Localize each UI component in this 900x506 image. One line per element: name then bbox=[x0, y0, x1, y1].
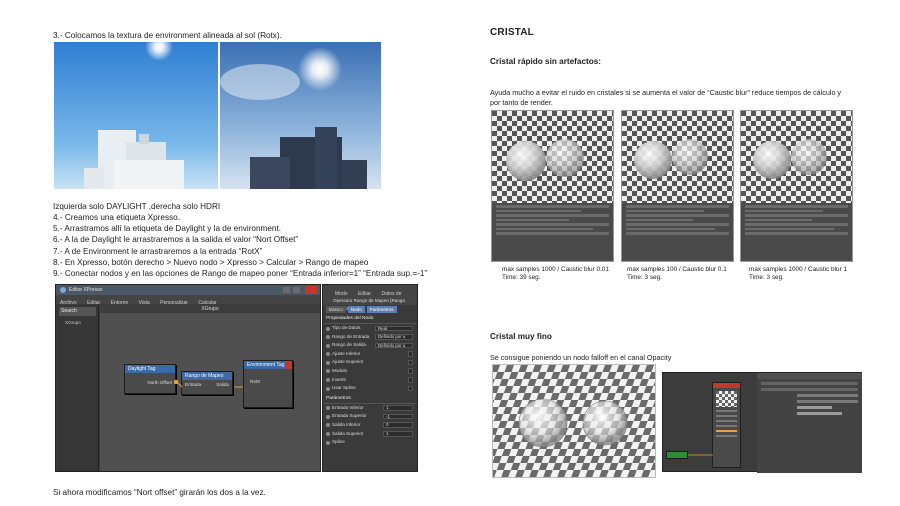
prop-row: Invertir bbox=[323, 376, 417, 385]
step-item: 5.- Arrastramos allí la etiqueta de Dayl… bbox=[53, 224, 281, 234]
prop-row: Rango de Entrada Definido por u bbox=[323, 333, 417, 342]
comparison-caption: Izquierda solo DAYLIGHT ,derecha solo HD… bbox=[53, 202, 221, 211]
search-field[interactable]: Search bbox=[59, 307, 96, 316]
attr-tabs: Básico Nodo Parámetros bbox=[323, 305, 417, 314]
step-item: 4.- Creamos una etiqueta Xpresso. bbox=[53, 213, 180, 222]
prop-row: Usar Spline bbox=[323, 384, 417, 393]
prop-row: Entrada Inferior 1 bbox=[323, 404, 417, 413]
prop-checkbox[interactable] bbox=[408, 385, 413, 392]
subsection-fast-glass: Cristal rápido sin artefactos: bbox=[490, 57, 602, 66]
section-node-properties: Propiedades del Nodo bbox=[323, 314, 417, 324]
prop-value[interactable]: 1 bbox=[383, 431, 413, 437]
hdri-render-image bbox=[220, 42, 381, 189]
footer-note: Si ahora modificamos “Nort offset” girar… bbox=[53, 488, 266, 497]
prop-row: Rango de Salida Definido por u bbox=[323, 341, 417, 350]
prop-value[interactable]: Real bbox=[375, 325, 413, 331]
thin-glass-paragraph: Se consigue poniendo un nodo falloff en … bbox=[490, 353, 672, 362]
close-button[interactable] bbox=[305, 286, 317, 294]
step-item: 9.- Conectar nodos y en las opciones de … bbox=[53, 269, 428, 279]
prop-value[interactable]: 1 bbox=[383, 405, 413, 411]
prop-row: Salida Inferior 0 bbox=[323, 421, 417, 430]
render-caption-3: max samples 1000 / Caustic blur 1 Time: … bbox=[749, 266, 848, 281]
props-list-1: Tipo de Datos Real Rango de Entrada Defini… bbox=[323, 324, 417, 393]
prop-row: Entrada Superior -1 bbox=[323, 412, 417, 421]
prop-row: Ajuste Superior bbox=[323, 358, 417, 367]
subsection-thin-glass: Cristal muy fino bbox=[490, 332, 552, 341]
xpresso-menu-bar: Archivo Editar Entorno Vista Personaliza… bbox=[56, 295, 320, 306]
node-canvas[interactable]: XGrupo Daylight Tag North Offset Rango d… bbox=[100, 305, 320, 471]
fast-glass-paragraph: Ayuda mucho a evitar el ruido en cristal… bbox=[490, 88, 842, 108]
falloff-node-editor-image bbox=[662, 372, 862, 473]
menu-modo[interactable]: Modo bbox=[335, 291, 348, 297]
prop-value[interactable]: 0 bbox=[383, 422, 413, 428]
step-3-text: 3.- Colocamos la textura de environment … bbox=[53, 31, 282, 40]
daylight-render-image bbox=[54, 42, 218, 189]
render-caption-2: max samples 100 / Caustic blur 0.1 Time:… bbox=[627, 266, 727, 281]
app-icon bbox=[60, 287, 66, 293]
prop-value[interactable]: Definido por u bbox=[375, 342, 413, 349]
prop-row: Tipo de Datos Real bbox=[323, 324, 417, 333]
tree-item-xgrupo[interactable]: XGrupo bbox=[57, 320, 98, 325]
attribute-manager: Modo Editar Datos de Usuario Operador Ra… bbox=[322, 284, 418, 472]
prop-row: Modulo bbox=[323, 367, 417, 376]
render-tile-3 bbox=[740, 110, 853, 262]
props-list-2: Entrada Inferior 1 Entrada Superior -1 Sal… bbox=[323, 404, 417, 447]
menu-editar-attr[interactable]: Editar bbox=[358, 291, 371, 297]
render-tile-2 bbox=[621, 110, 734, 262]
xpresso-editor-window: Editor XPresso Archivo Editar Entorno Vi… bbox=[55, 284, 321, 472]
prop-checkbox[interactable] bbox=[408, 351, 413, 357]
prop-row: Spline bbox=[323, 438, 417, 447]
section-parameters: Parámetros bbox=[323, 394, 417, 404]
prop-value[interactable]: -1 bbox=[383, 413, 413, 420]
xpresso-tree-panel: Search XGrupo bbox=[57, 305, 99, 471]
tab-nodo[interactable]: Nodo bbox=[347, 306, 365, 313]
step-item: 8.- En Xpresso, botón derecho > Nuevo no… bbox=[53, 257, 369, 267]
prop-checkbox[interactable] bbox=[408, 377, 413, 383]
step-item: 7.- A de Environment le arrastraremos a … bbox=[53, 246, 263, 256]
prop-row: Salida Superior 1 bbox=[323, 430, 417, 439]
section-title: CRISTAL bbox=[490, 27, 534, 38]
thin-glass-render-image bbox=[492, 364, 656, 478]
node-connections bbox=[176, 381, 243, 388]
tab-parametros[interactable]: Parámetros bbox=[366, 306, 397, 313]
prop-checkbox[interactable] bbox=[408, 368, 413, 374]
xpresso-title-bar: Editor XPresso bbox=[56, 285, 320, 295]
maximize-button[interactable] bbox=[293, 287, 300, 293]
prop-row: Ajuste Inferior bbox=[323, 350, 417, 359]
window-title: Editor XPresso bbox=[69, 287, 103, 293]
minimize-button[interactable] bbox=[283, 287, 290, 293]
steps-list: 4.- Creamos una etiqueta Xpresso. 5.- Ar… bbox=[53, 212, 433, 279]
tab-basico[interactable]: Básico bbox=[326, 306, 346, 313]
render-tile-1 bbox=[491, 110, 614, 262]
prop-value[interactable]: Definido por u bbox=[375, 334, 413, 340]
step-item: 6.- A la de Daylight le arrastraremos a … bbox=[53, 235, 299, 245]
falloff-attributes-panel bbox=[757, 373, 862, 473]
prop-checkbox[interactable] bbox=[408, 359, 413, 366]
render-caption-1: max samples 1000 / Caustic blur 0.01 Tim… bbox=[502, 266, 609, 281]
